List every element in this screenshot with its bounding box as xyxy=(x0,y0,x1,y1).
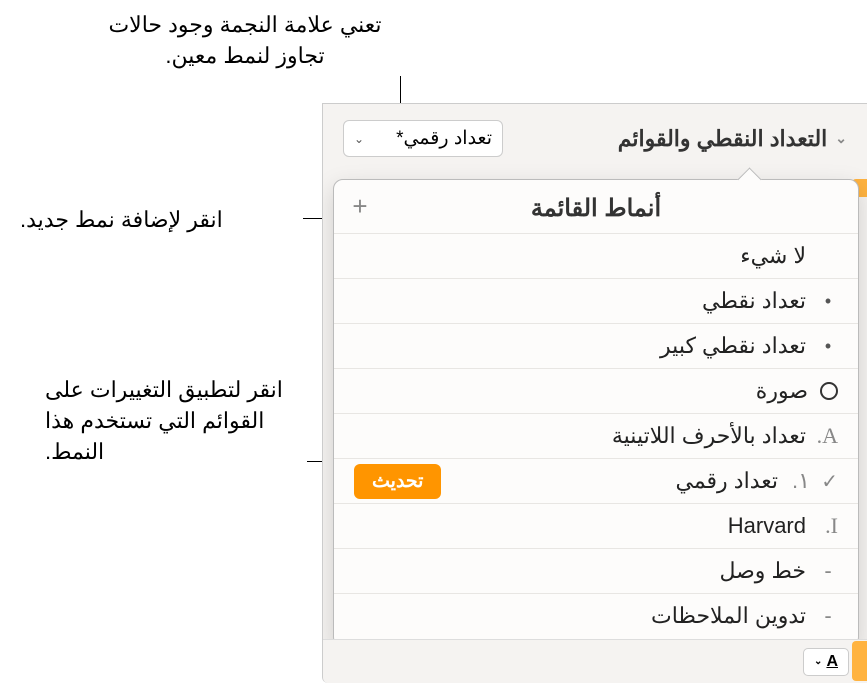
letter-marker: A. xyxy=(818,423,838,449)
list-item[interactable]: لا شيء xyxy=(334,233,858,278)
callout-update: انقر لتطبيق التغييرات على القوائم التي ت… xyxy=(45,375,305,467)
list-item[interactable]: A. تعداد بالأحرف اللاتينية xyxy=(334,413,858,458)
dash-marker: - xyxy=(818,558,838,584)
inspector-panel: ⌄ التعداد النقطي والقوائم تعداد رقمي* ⌄ … xyxy=(322,103,867,683)
style-label: Harvard xyxy=(728,513,806,539)
dropdown-label: تعداد رقمي* xyxy=(396,127,492,150)
style-list: لا شيء • تعداد نقطي • تعداد نقطي كبير صو… xyxy=(334,233,858,646)
list-styles-popover: + أنماط القائمة لا شيء • تعداد نقطي • تع… xyxy=(333,179,859,647)
chevron-down-icon: ⌄ xyxy=(354,132,364,146)
style-label: تدوين الملاحظات xyxy=(651,603,806,629)
popover-title: أنماط القائمة xyxy=(352,194,840,223)
font-button[interactable]: A ⌄ xyxy=(803,648,849,676)
orange-overflow-indicator xyxy=(852,641,867,681)
font-icon: A xyxy=(826,653,838,671)
update-button[interactable]: تحديث xyxy=(354,464,441,499)
plus-icon: + xyxy=(352,191,367,222)
list-item-selected[interactable]: ✓ ١. تعداد رقمي تحديث xyxy=(334,458,858,503)
add-style-button[interactable]: + xyxy=(346,192,374,220)
style-label: صورة xyxy=(756,378,808,404)
list-item[interactable]: - خط وصل xyxy=(334,548,858,593)
list-style-dropdown[interactable]: تعداد رقمي* ⌄ xyxy=(343,120,503,157)
style-label: لا شيء xyxy=(740,243,806,269)
list-item[interactable]: • تعداد نقطي كبير xyxy=(334,323,858,368)
roman-marker: I. xyxy=(818,513,838,539)
callout-add: انقر لإضافة نمط جديد. xyxy=(20,205,300,236)
style-label: خط وصل xyxy=(719,558,806,584)
bullet-icon: • xyxy=(818,336,838,357)
style-label: تعداد نقطي xyxy=(702,288,806,314)
list-item[interactable]: صورة xyxy=(334,368,858,413)
section-header: ⌄ التعداد النقطي والقوائم تعداد رقمي* ⌄ xyxy=(323,104,867,169)
section-title-text: التعداد النقطي والقوائم xyxy=(618,126,828,152)
list-item[interactable]: I. Harvard xyxy=(334,503,858,548)
checkmark-icon: ✓ xyxy=(818,469,838,494)
chevron-down-icon: ⌄ xyxy=(814,656,822,667)
section-title[interactable]: ⌄ التعداد النقطي والقوائم xyxy=(618,126,847,152)
chevron-down-icon: ⌄ xyxy=(835,130,847,147)
callout-asterisk: تعني علامة النجمة وجود حالات تجاوز لنمط … xyxy=(90,10,400,72)
list-item[interactable]: - تدوين الملاحظات xyxy=(334,593,858,638)
style-label: تعداد رقمي xyxy=(675,468,778,494)
image-bullet-icon xyxy=(820,382,838,400)
bullet-icon: • xyxy=(818,291,838,312)
list-item[interactable]: • تعداد نقطي xyxy=(334,278,858,323)
style-label: تعداد نقطي كبير xyxy=(660,333,806,359)
bottom-toolbar: A ⌄ xyxy=(323,639,867,683)
popover-header: + أنماط القائمة xyxy=(334,180,858,233)
number-marker: ١. xyxy=(790,468,810,494)
dash-marker: - xyxy=(818,603,838,629)
style-label: تعداد بالأحرف اللاتينية xyxy=(612,423,806,449)
